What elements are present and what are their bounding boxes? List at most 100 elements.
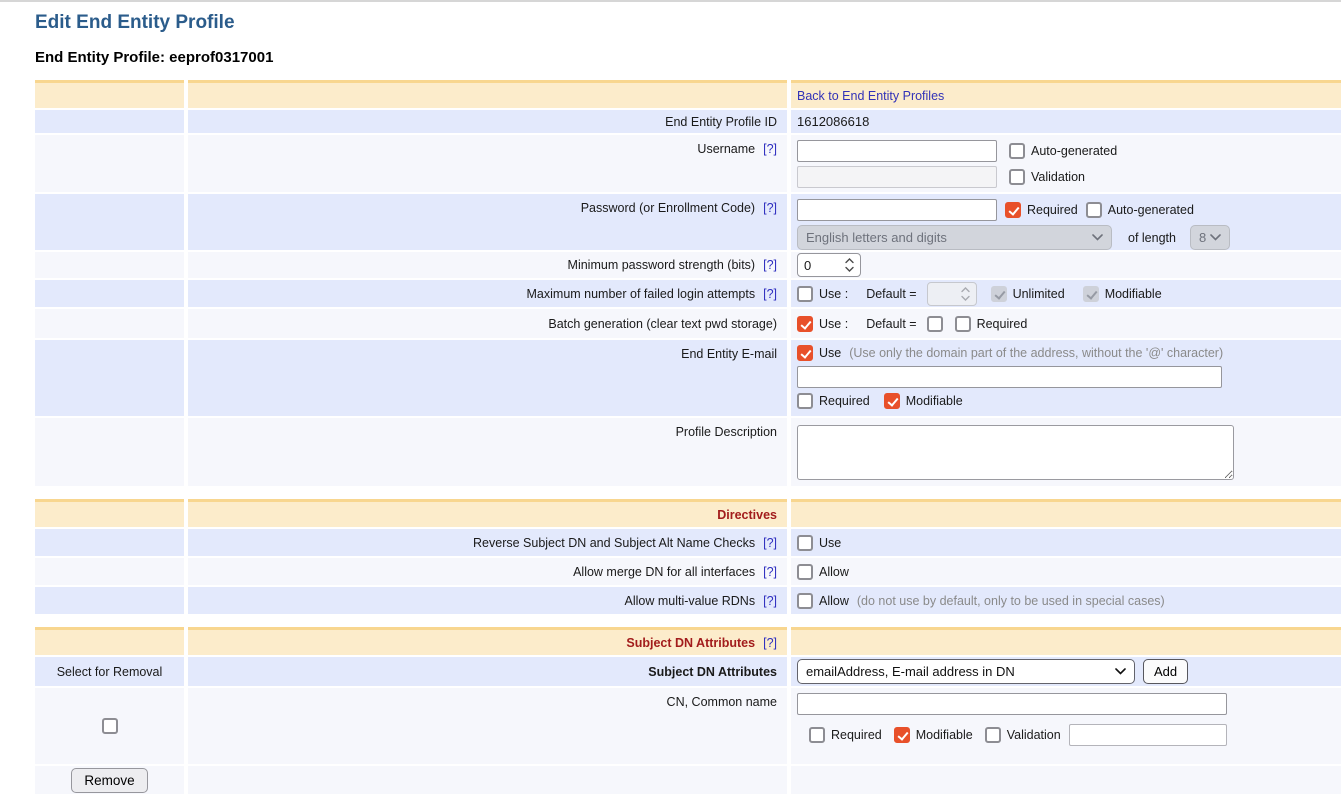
row-spacer-cell xyxy=(35,418,184,486)
username-input[interactable] xyxy=(797,140,997,162)
cn-removal-checkbox[interactable] xyxy=(102,718,118,734)
batch-use-checkbox[interactable] xyxy=(797,316,813,332)
header-spacer-cell xyxy=(791,499,1341,527)
directives-header-cell: Directives xyxy=(188,499,787,527)
max-failed-field-cell: Use : Default = Unlimited Modifiable xyxy=(791,280,1341,307)
email-field-cell: Use (Use only the domain part of the add… xyxy=(791,340,1341,416)
reverse-dn-field-cell: Use xyxy=(791,529,1341,556)
password-autogenerated-checkbox[interactable] xyxy=(1086,202,1102,218)
description-field-cell xyxy=(791,418,1341,486)
min-strength-help-link[interactable]: [?] xyxy=(763,258,777,272)
username-autogenerated-checkbox[interactable] xyxy=(1009,143,1025,159)
min-strength-value: 0 xyxy=(804,258,811,273)
reverse-dn-use-checkbox[interactable] xyxy=(797,535,813,551)
email-modifiable-checkbox[interactable] xyxy=(884,393,900,409)
attributes-field-cell: emailAddress, E-mail address in DN Add xyxy=(791,657,1341,686)
remove-button-cell: Remove xyxy=(35,766,184,794)
password-charset-select: English letters and digits xyxy=(797,225,1112,250)
username-validation-checkbox[interactable] xyxy=(1009,169,1025,185)
cn-removal-checkbox-cell xyxy=(35,688,184,764)
add-attribute-button[interactable]: Add xyxy=(1143,659,1188,684)
password-length-value: 8 xyxy=(1199,230,1206,245)
directives-table: Directives Reverse Subject DN and Subjec… xyxy=(35,499,1341,614)
email-required-checkbox[interactable] xyxy=(797,393,813,409)
cn-modifiable-label: Modifiable xyxy=(916,728,973,742)
password-input[interactable] xyxy=(797,199,997,221)
password-label-cell: Password (or Enrollment Code) [?] xyxy=(188,194,787,250)
back-to-profiles-link[interactable]: Back to End Entity Profiles xyxy=(797,89,944,103)
min-strength-label-cell: Minimum password strength (bits) [?] xyxy=(188,252,787,278)
row-spacer-cell xyxy=(35,558,184,585)
max-failed-default-label: Default = xyxy=(866,287,916,301)
email-use-label: Use xyxy=(819,346,841,360)
username-field-cell: Auto-generated Validation xyxy=(791,135,1341,192)
reverse-dn-help-link[interactable]: [?] xyxy=(763,536,777,550)
description-textarea[interactable] xyxy=(797,425,1234,480)
username-pattern-input xyxy=(797,166,997,188)
cn-value-input[interactable] xyxy=(797,693,1227,715)
batch-field-cell: Use : Default = Required xyxy=(791,309,1341,338)
merge-dn-allow-checkbox[interactable] xyxy=(797,564,813,580)
cn-required-checkbox[interactable] xyxy=(809,727,825,743)
username-label-cell: Username [?] xyxy=(188,135,787,192)
batch-required-checkbox[interactable] xyxy=(955,316,971,332)
row-spacer-cell xyxy=(35,587,184,614)
attribute-select[interactable]: emailAddress, E-mail address in DN xyxy=(797,659,1135,684)
reverse-dn-use-label: Use xyxy=(819,536,841,550)
row-spacer-cell xyxy=(35,110,184,133)
email-required-label: Required xyxy=(819,394,870,408)
email-modifiable-label: Modifiable xyxy=(906,394,963,408)
attributes-label-cell: Subject DN Attributes xyxy=(188,657,787,686)
header-spacer-cell xyxy=(791,627,1341,655)
password-label: Password (or Enrollment Code) xyxy=(581,201,755,215)
username-validation-label: Validation xyxy=(1031,170,1085,184)
password-length-select: 8 xyxy=(1190,225,1230,250)
row-spacer-cell xyxy=(35,280,184,307)
max-failed-unlimited-label: Unlimited xyxy=(1013,287,1065,301)
multivalue-rdn-allow-checkbox[interactable] xyxy=(797,593,813,609)
username-help-link[interactable]: [?] xyxy=(763,142,777,156)
max-failed-modifiable-checkbox xyxy=(1083,286,1099,302)
max-failed-label: Maximum number of failed login attempts xyxy=(527,287,756,301)
multivalue-rdn-help-link[interactable]: [?] xyxy=(763,594,777,608)
max-failed-use-label: Use : xyxy=(819,287,848,301)
password-required-checkbox[interactable] xyxy=(1005,202,1021,218)
description-label-cell: Profile Description xyxy=(188,418,787,486)
max-failed-use-checkbox[interactable] xyxy=(797,286,813,302)
cn-modifiable-checkbox[interactable] xyxy=(894,727,910,743)
email-label-cell: End Entity E-mail xyxy=(188,340,787,416)
row-spacer-cell xyxy=(188,766,787,794)
select-for-removal-label: Select for Removal xyxy=(57,665,163,679)
multivalue-rdn-label-cell: Allow multi-value RDNs [?] xyxy=(188,587,787,614)
password-help-link[interactable]: [?] xyxy=(763,201,777,215)
batch-label: Batch generation (clear text pwd storage… xyxy=(548,317,777,331)
subject-dn-help-link[interactable]: [?] xyxy=(763,636,777,650)
email-label: End Entity E-mail xyxy=(681,347,777,361)
row-spacer-cell xyxy=(35,252,184,278)
chevron-down-icon xyxy=(1210,234,1221,241)
max-failed-help-link[interactable]: [?] xyxy=(763,287,777,301)
row-spacer-cell xyxy=(35,309,184,338)
subject-dn-table: Subject DN Attributes [?] Select for Rem… xyxy=(35,627,1341,794)
header-spacer-cell xyxy=(35,499,184,527)
subject-dn-header: Subject DN Attributes xyxy=(626,636,755,650)
header-spacer-cell xyxy=(35,627,184,655)
batch-default-checkbox[interactable] xyxy=(927,316,943,332)
email-domain-input[interactable] xyxy=(797,366,1222,388)
merge-dn-help-link[interactable]: [?] xyxy=(763,565,777,579)
remove-button[interactable]: Remove xyxy=(71,768,147,793)
row-spacer-cell xyxy=(35,529,184,556)
merge-dn-allow-label: Allow xyxy=(819,565,849,579)
spinner-arrows-icon[interactable] xyxy=(845,258,854,272)
email-use-checkbox[interactable] xyxy=(797,345,813,361)
row-spacer-cell xyxy=(35,194,184,250)
select-for-removal-cell: Select for Removal xyxy=(35,657,184,686)
attributes-label: Subject DN Attributes xyxy=(648,665,777,679)
cn-validation-input[interactable] xyxy=(1069,724,1227,746)
cn-validation-checkbox[interactable] xyxy=(985,727,1001,743)
multivalue-rdn-hint: (do not use by default, only to be used … xyxy=(857,594,1165,608)
min-strength-spinner[interactable]: 0 xyxy=(797,253,861,277)
batch-label-cell: Batch generation (clear text pwd storage… xyxy=(188,309,787,338)
merge-dn-label-cell: Allow merge DN for all interfaces [?] xyxy=(188,558,787,585)
reverse-dn-label-cell: Reverse Subject DN and Subject Alt Name … xyxy=(188,529,787,556)
